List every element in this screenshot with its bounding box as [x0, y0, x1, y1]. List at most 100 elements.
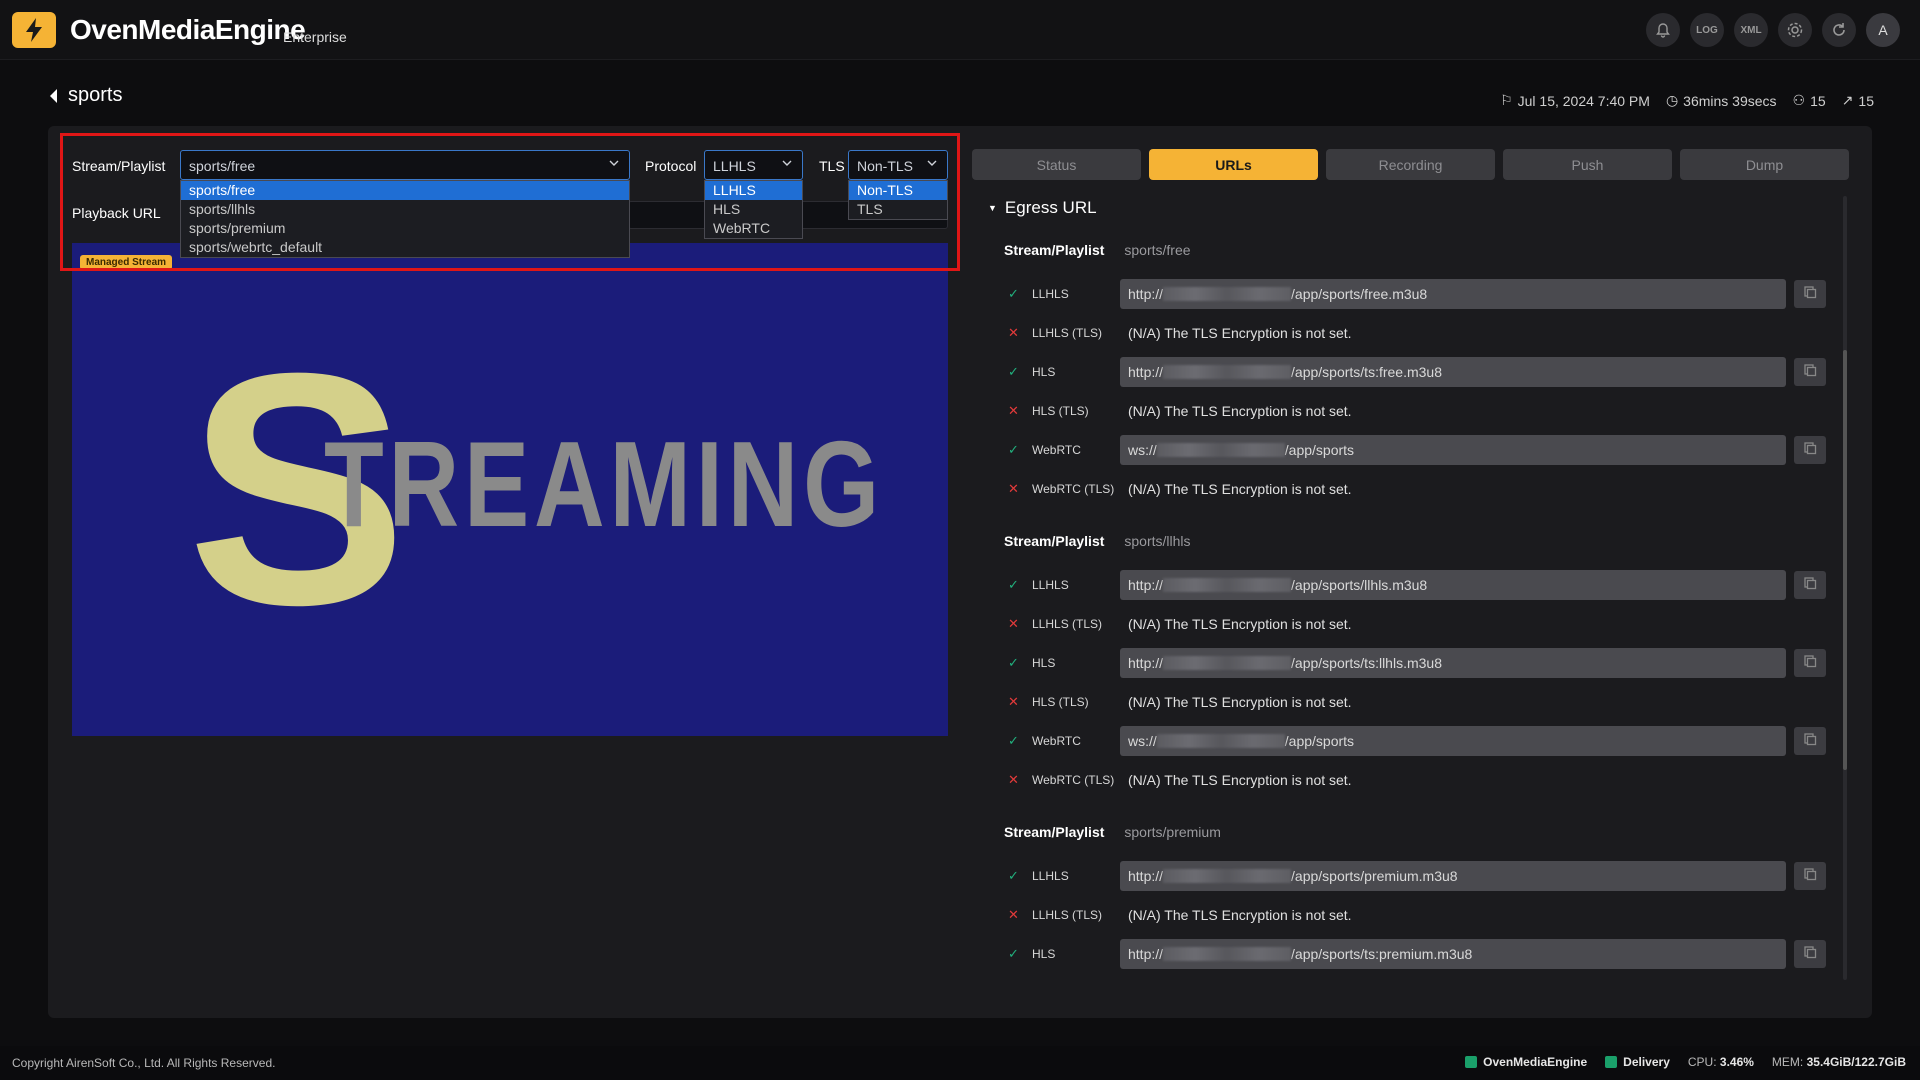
copy-button[interactable] — [1794, 571, 1826, 599]
tab-recording[interactable]: Recording — [1326, 149, 1495, 180]
url-field[interactable]: http:// /app/sports/premium.m3u8 — [1120, 861, 1786, 891]
peak-count: 15 — [1858, 92, 1874, 109]
trend-icon: ↗ — [1841, 92, 1854, 108]
gear-icon[interactable] — [1778, 13, 1812, 47]
url-field[interactable]: http:// /app/sports/llhls.m3u8 — [1120, 570, 1786, 600]
url-field[interactable]: http:// /app/sports/ts:free.m3u8 — [1120, 357, 1786, 387]
na-message: (N/A) The TLS Encryption is not set. — [1128, 616, 1352, 632]
copy-button[interactable] — [1794, 727, 1826, 755]
protocol-name: WebRTC (TLS) — [1032, 482, 1115, 496]
egress-url-row: ✕ WebRTC (TLS) (N/A) The TLS Encryption is… — [1008, 474, 1828, 504]
egress-url-row: ✓ LLHLS http:// /app/sports/free.m3u8 — [1008, 279, 1828, 309]
copy-icon — [1803, 945, 1817, 964]
url-prefix: ws:// — [1128, 442, 1157, 458]
scrollbar-thumb[interactable] — [1843, 350, 1847, 770]
redacted-host — [1163, 287, 1292, 301]
na-message: (N/A) The TLS Encryption is not set. — [1128, 907, 1352, 923]
refresh-icon[interactable] — [1822, 13, 1856, 47]
bell-icon[interactable] — [1646, 13, 1680, 47]
log-icon-label: LOG — [1696, 24, 1718, 36]
na-message: (N/A) The TLS Encryption is not set. — [1128, 325, 1352, 341]
mem-label: MEM: — [1771, 1055, 1804, 1069]
flag-icon: ⚐ — [1500, 92, 1513, 108]
protocol-name: WebRTC — [1032, 734, 1081, 748]
egress-url-row: ✓ WebRTC ws:// /app/sports — [1008, 435, 1828, 465]
video-text: TREAMING — [324, 416, 884, 552]
xml-icon-label: XML — [1740, 24, 1762, 36]
copy-button[interactable] — [1794, 280, 1826, 308]
stream-playlist-name: sports/llhls — [1124, 533, 1191, 549]
egress-url-row: ✕ HLS (TLS) (N/A) The TLS Encryption is no… — [1008, 687, 1828, 717]
xml-icon[interactable]: XML — [1734, 13, 1768, 47]
copy-icon — [1803, 363, 1817, 382]
check-icon: ✓ — [1008, 946, 1019, 961]
status-dot-icon — [1605, 1056, 1618, 1068]
protocol-name: LLHLS — [1032, 287, 1069, 301]
cpu-value: 3.46% — [1719, 1055, 1754, 1069]
stream-playlist-header: Stream/Playlist sports/premium — [1004, 824, 1221, 840]
copy-button[interactable] — [1794, 649, 1826, 677]
protocol-name: HLS — [1032, 947, 1056, 961]
url-field[interactable]: http:// /app/sports/ts:llhls.m3u8 — [1120, 648, 1786, 678]
copy-icon — [1803, 576, 1817, 595]
copy-icon — [1803, 441, 1817, 460]
start-date: Jul 15, 2024 7:40 PM — [1517, 92, 1650, 109]
egress-url-row: ✓ WebRTC ws:// /app/sports — [1008, 726, 1828, 756]
copy-button[interactable] — [1794, 358, 1826, 386]
url-field[interactable]: ws:// /app/sports — [1120, 726, 1786, 756]
url-field[interactable]: http:// /app/sports/free.m3u8 — [1120, 279, 1786, 309]
protocol-name: LLHLS (TLS) — [1032, 326, 1103, 340]
stream-meta: ⚐ Jul 15, 2024 7:40 PM ◷ 36mins 39secs ⚇ 15… — [1500, 92, 1874, 109]
na-message: (N/A) The TLS Encryption is not set. — [1128, 694, 1352, 710]
protocol-name: LLHLS (TLS) — [1032, 908, 1103, 922]
url-field[interactable]: ws:// /app/sports — [1120, 435, 1786, 465]
url-path: /app/sports — [1284, 442, 1355, 458]
tab-urls[interactable]: URLs — [1149, 149, 1318, 180]
back-arrow-icon[interactable] — [48, 88, 58, 104]
redacted-host — [1163, 656, 1292, 670]
mem-usage: MEM: 35.4GiB/122.7GiB — [1772, 1055, 1906, 1069]
app-name: OvenMediaEngine — [70, 14, 306, 45]
cpu-label: CPU: — [1687, 1055, 1717, 1069]
copy-button[interactable] — [1794, 862, 1826, 890]
avatar[interactable]: A — [1866, 13, 1900, 47]
copyright: Copyright AirenSoft Co., Ltd. All Rights… — [12, 1056, 276, 1070]
cross-icon: ✕ — [1008, 616, 1019, 631]
egress-url-row: ✕ HLS (TLS) (N/A) The TLS Encryption is no… — [1008, 396, 1828, 426]
caret-down-icon: ▼ — [988, 203, 997, 213]
engine-status: OvenMediaEngine — [1465, 1055, 1587, 1069]
users-icon: ⚇ — [1792, 92, 1806, 108]
tab-dump[interactable]: Dump — [1680, 149, 1849, 180]
redacted-host — [1156, 443, 1285, 457]
na-message: (N/A) The TLS Encryption is not set. — [1128, 403, 1352, 419]
egress-title: Egress URL — [1004, 198, 1097, 217]
url-path: /app/sports/ts:llhls.m3u8 — [1291, 655, 1442, 671]
logo-icon[interactable] — [12, 12, 56, 48]
url-prefix: ws:// — [1128, 733, 1157, 749]
copy-icon — [1803, 732, 1817, 751]
protocol-name: LLHLS — [1032, 578, 1069, 592]
url-field[interactable]: http:// /app/sports/ts:premium.m3u8 — [1120, 939, 1786, 969]
copy-button[interactable] — [1794, 436, 1826, 464]
copy-icon — [1803, 867, 1817, 886]
status-dot-icon — [1465, 1056, 1478, 1068]
tab-push[interactable]: Push — [1503, 149, 1672, 180]
check-icon: ✓ — [1008, 733, 1019, 748]
egress-section-header[interactable]: ▼ Egress URL — [988, 198, 1097, 218]
footer: Copyright AirenSoft Co., Ltd. All Rights… — [0, 1046, 1920, 1080]
url-prefix: http:// — [1128, 655, 1164, 671]
video-player[interactable]: S TREAMING — [72, 243, 948, 736]
egress-url-row: ✕ LLHLS (TLS) (N/A) The TLS Encryption is … — [1008, 900, 1828, 930]
redacted-host — [1163, 869, 1292, 883]
copy-button[interactable] — [1794, 940, 1826, 968]
check-icon: ✓ — [1008, 577, 1019, 592]
cross-icon: ✕ — [1008, 907, 1019, 922]
check-icon: ✓ — [1008, 286, 1019, 301]
stream-playlist-key: Stream/Playlist — [1004, 824, 1105, 840]
log-icon[interactable]: LOG — [1690, 13, 1724, 47]
url-path: /app/sports/premium.m3u8 — [1291, 868, 1458, 884]
stream-playlist-name: sports/premium — [1124, 824, 1221, 840]
protocol-name: LLHLS (TLS) — [1032, 617, 1103, 631]
tab-status[interactable]: Status — [972, 149, 1141, 180]
check-icon: ✓ — [1008, 655, 1019, 670]
